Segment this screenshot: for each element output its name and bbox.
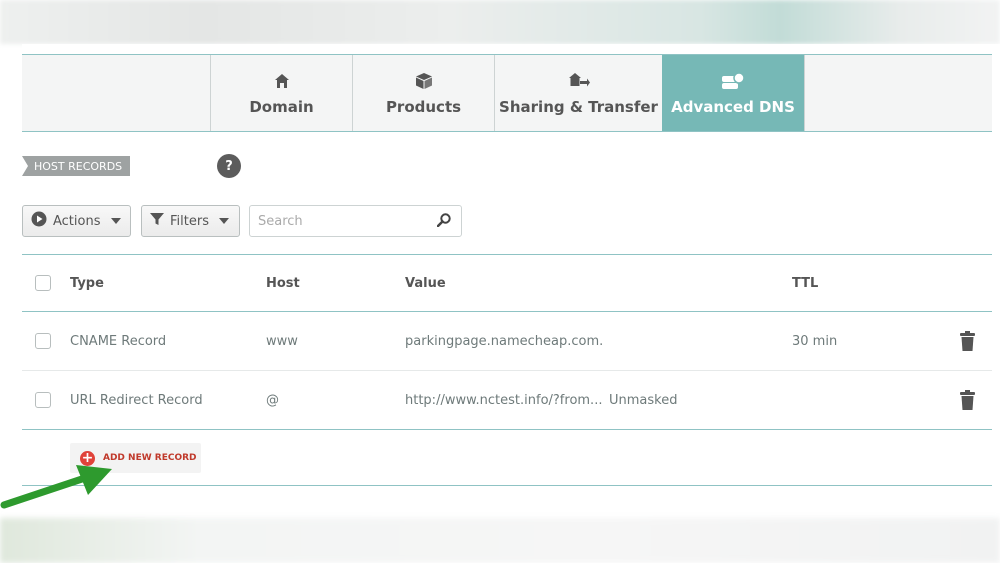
trash-icon[interactable]: [960, 331, 975, 355]
record-ttl[interactable]: 30 min: [792, 312, 837, 370]
host-records-tag: HOST RECORDS: [22, 156, 130, 176]
filters-label: Filters: [170, 213, 209, 229]
record-type[interactable]: CNAME Record: [70, 312, 166, 370]
row-checkbox[interactable]: [35, 333, 51, 349]
actions-button[interactable]: Actions: [22, 205, 131, 237]
filter-icon: [150, 212, 164, 230]
record-host[interactable]: www: [266, 312, 298, 370]
chevron-down-icon: [218, 218, 229, 224]
annotation-arrow-icon: [0, 465, 112, 509]
tab-sharing-transfer[interactable]: Sharing & Transfer: [494, 55, 662, 131]
tab-label: Domain: [249, 98, 314, 116]
tab-advanced-dns[interactable]: Advanced DNS: [662, 55, 804, 131]
record-value[interactable]: http://www.nctest.info/?from...: [405, 371, 602, 429]
filters-button[interactable]: Filters: [141, 205, 240, 237]
column-type: Type: [70, 275, 104, 291]
tab-label: Sharing & Transfer: [499, 98, 658, 116]
search-box: [249, 205, 462, 237]
record-host[interactable]: @: [266, 371, 279, 429]
blurred-footer-background: [0, 518, 1000, 563]
table-header: Type Host Value TTL: [22, 254, 992, 312]
tab-bar: Domain Products Sharing & Transfer Advan…: [22, 54, 992, 132]
dns-icon: [721, 70, 745, 92]
record-type[interactable]: URL Redirect Record: [70, 371, 203, 429]
chevron-down-icon: [110, 218, 121, 224]
search-icon[interactable]: [436, 212, 451, 231]
actions-label: Actions: [53, 213, 101, 229]
home-icon: [274, 70, 290, 92]
host-records-table: Type Host Value TTL CNAME Record www par…: [22, 254, 992, 430]
record-masking[interactable]: Unmasked: [609, 371, 677, 429]
record-value[interactable]: parkingpage.namecheap.com.: [405, 312, 603, 370]
tab-domain[interactable]: Domain: [210, 55, 352, 131]
help-icon[interactable]: ?: [217, 154, 241, 178]
play-icon: [31, 211, 47, 231]
table-row: URL Redirect Record @ http://www.nctest.…: [22, 371, 992, 430]
tab-label: Advanced DNS: [671, 98, 795, 116]
column-ttl: TTL: [792, 275, 819, 291]
table-row: CNAME Record www parkingpage.namecheap.c…: [22, 312, 992, 371]
column-value: Value: [405, 275, 446, 291]
box-icon: [415, 70, 433, 92]
tab-divider: [804, 55, 805, 131]
blurred-header-background: [0, 0, 1000, 44]
search-input[interactable]: [258, 213, 418, 229]
tab-label: Products: [385, 98, 462, 116]
tab-products[interactable]: Products: [352, 55, 494, 131]
domain-panel: Domain Products Sharing & Transfer Advan…: [22, 44, 1000, 518]
row-checkbox[interactable]: [35, 392, 51, 408]
select-all-checkbox[interactable]: [35, 275, 51, 291]
share-icon: [568, 70, 590, 92]
column-host: Host: [266, 275, 300, 291]
add-record-row: + ADD NEW RECORD: [22, 431, 992, 486]
trash-icon[interactable]: [960, 390, 975, 414]
